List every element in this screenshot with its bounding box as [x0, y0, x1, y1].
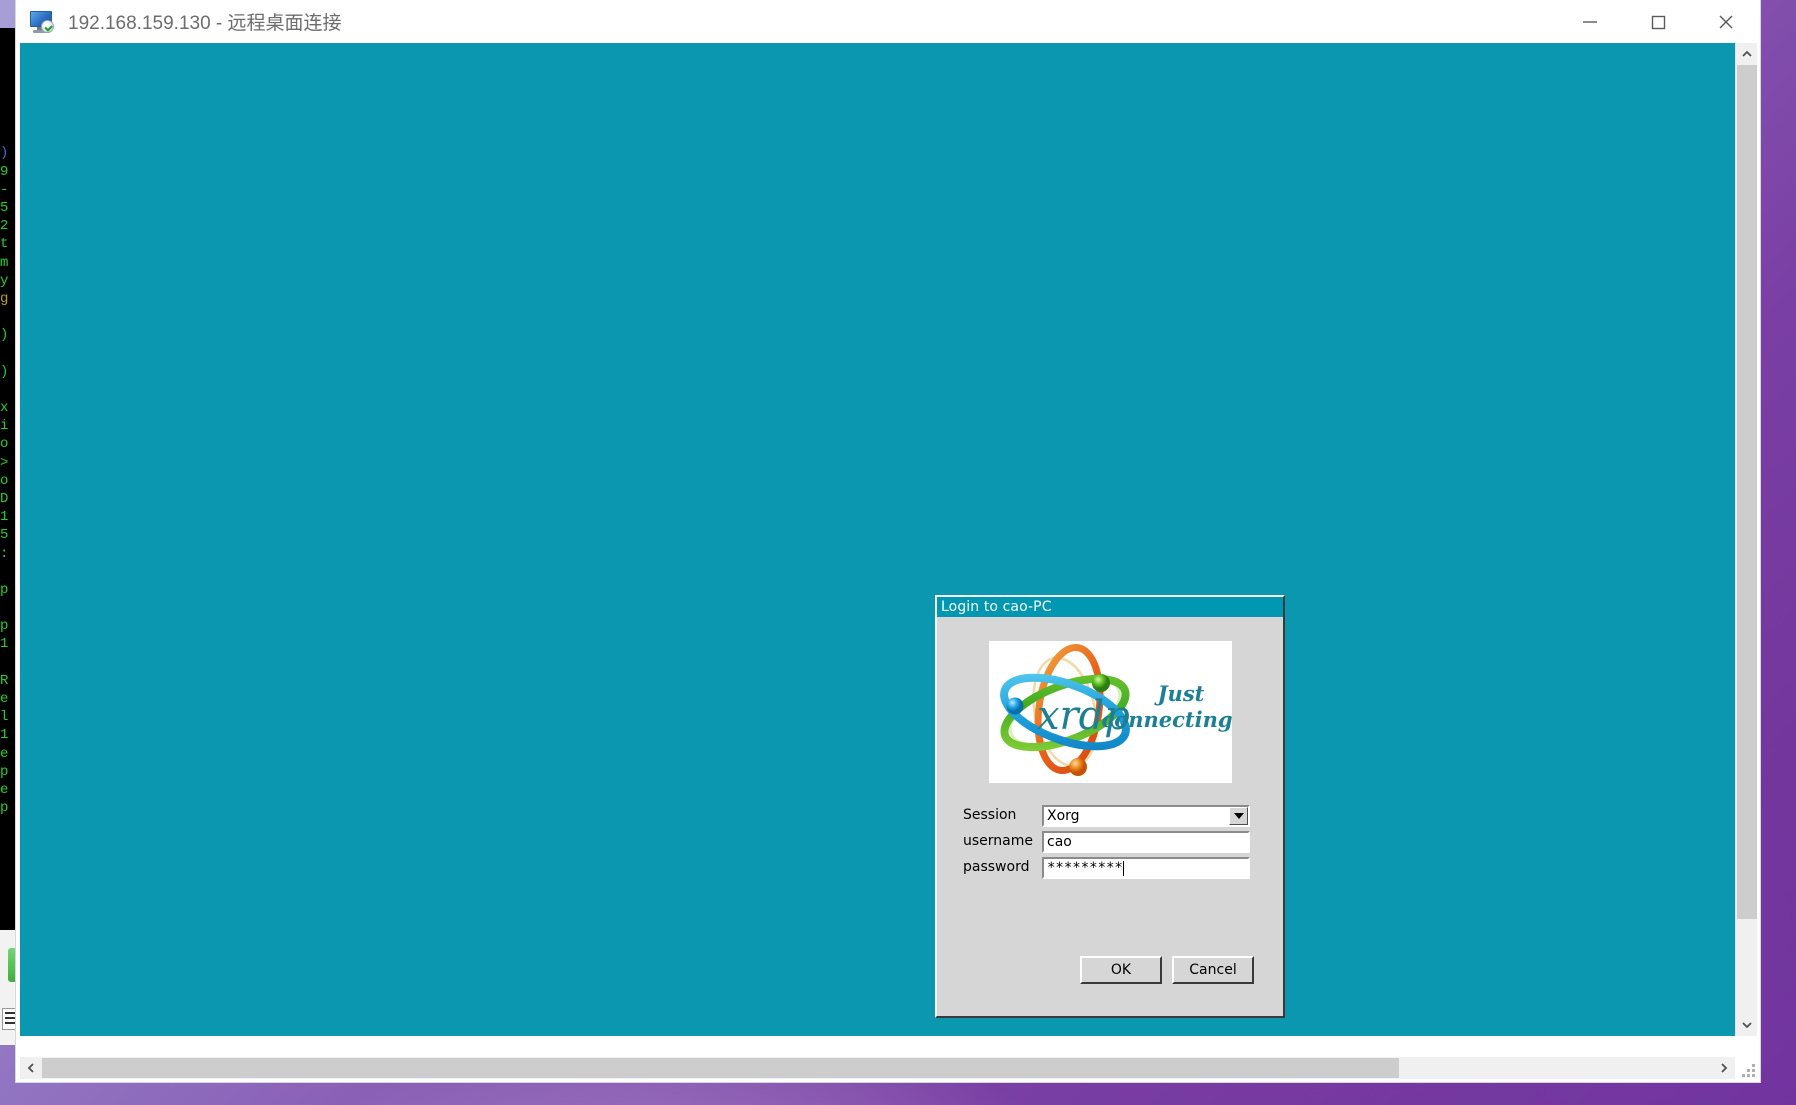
- horizontal-scrollbar[interactable]: [20, 1057, 1735, 1079]
- form-row-password: password *********: [937, 857, 1283, 879]
- cancel-button[interactable]: Cancel: [1172, 956, 1254, 984]
- xrdp-dialog-titlebar[interactable]: Login to cao-PC: [937, 597, 1283, 617]
- form-row-username: username cao: [937, 831, 1283, 853]
- chevron-left-icon: [27, 1063, 34, 1073]
- window-controls: [1556, 0, 1760, 43]
- session-value: Xorg: [1047, 808, 1080, 824]
- close-button[interactable]: [1692, 0, 1760, 43]
- logo-tagline-line1: Just: [1154, 681, 1205, 706]
- scroll-right-button[interactable]: [1713, 1057, 1735, 1079]
- logo-tagline-line2: connecting: [1101, 707, 1232, 732]
- vertical-scroll-thumb[interactable]: [1737, 65, 1757, 919]
- chevron-right-icon: [1721, 1063, 1728, 1073]
- remote-desktop-icon: [30, 10, 56, 33]
- password-label: password: [963, 859, 1030, 875]
- remote-desktop-window: 192.168.159.130 - 远程桌面连接 Login to cao-PC…: [16, 0, 1760, 1082]
- xrdp-atom-logo-icon: xrdp Just connecting: [989, 641, 1232, 783]
- vertical-scrollbar[interactable]: [1735, 43, 1757, 1036]
- horizontal-scroll-thumb[interactable]: [42, 1058, 1399, 1078]
- maximize-button[interactable]: [1624, 0, 1692, 43]
- text-caret: [1122, 860, 1124, 876]
- ok-button[interactable]: OK: [1080, 956, 1162, 984]
- resize-grip-icon[interactable]: [1742, 1064, 1756, 1078]
- maximize-icon: [1651, 15, 1666, 29]
- form-row-session: Session Xorg: [937, 805, 1283, 827]
- username-label: username: [963, 833, 1033, 849]
- close-icon: [1719, 15, 1733, 28]
- window-title: 192.168.159.130 - 远程桌面连接: [68, 13, 342, 34]
- remote-session-canvas[interactable]: Login to cao-PC xrdp Just connecting Ses…: [20, 43, 1735, 1036]
- scroll-up-button[interactable]: [1736, 43, 1758, 65]
- chevron-down-icon[interactable]: [1229, 807, 1248, 825]
- session-label: Session: [963, 807, 1017, 823]
- xrdp-logo: xrdp Just connecting: [989, 641, 1232, 783]
- xrdp-login-dialog: Login to cao-PC xrdp Just connecting Ses…: [935, 595, 1285, 1018]
- chevron-up-icon: [1742, 50, 1752, 57]
- chevron-down-icon: [1742, 1022, 1752, 1029]
- window-titlebar[interactable]: 192.168.159.130 - 远程桌面连接: [16, 0, 1760, 43]
- session-select[interactable]: Xorg: [1042, 805, 1250, 827]
- xrdp-login-form: Session Xorg username cao password *****…: [937, 805, 1283, 883]
- xrdp-dialog-title: Login to cao-PC: [941, 599, 1052, 615]
- minimize-button[interactable]: [1556, 0, 1624, 43]
- password-value: *********: [1047, 860, 1123, 876]
- username-value: cao: [1047, 834, 1072, 850]
- scroll-down-button[interactable]: [1736, 1014, 1758, 1036]
- username-input[interactable]: cao: [1042, 831, 1250, 853]
- xrdp-dialog-buttons: OK Cancel: [937, 956, 1283, 986]
- password-input[interactable]: *********: [1042, 857, 1250, 879]
- minimize-icon: [1583, 20, 1597, 23]
- scroll-left-button[interactable]: [20, 1057, 42, 1079]
